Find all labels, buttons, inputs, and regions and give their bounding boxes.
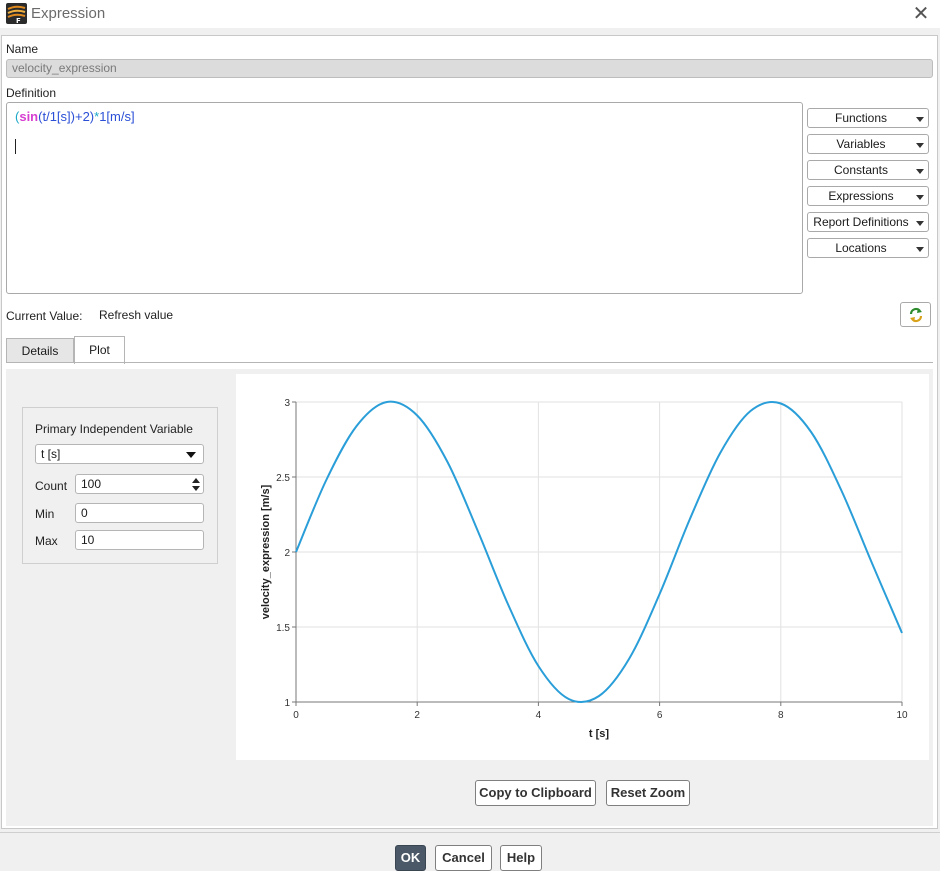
name-field[interactable]: velocity_expression [6,59,933,78]
definition-function-sin: sin [19,109,39,124]
y-tick-label: 2.5 [276,473,290,484]
y-tick-label: 1 [284,698,290,709]
expressions-dropdown[interactable]: Expressions [807,186,929,206]
line-chart[interactable]: 0 2 4 6 8 10 1 1.5 2 2.5 3 t [s] velocity_expression… [236,374,929,760]
max-field[interactable]: 10 [75,530,204,550]
independent-variable-group: Primary Independent Variable t [s] Count… [22,407,218,564]
variables-label: Variables [836,137,886,151]
refresh-icon [909,307,923,323]
chevron-down-icon [916,143,924,148]
y-tick-label: 1.5 [276,623,290,634]
functions-label: Functions [834,111,888,125]
min-field[interactable]: 0 [75,503,204,523]
variable-select[interactable]: t [s] [35,444,204,464]
chevron-down-icon [916,195,924,200]
tab-details[interactable]: Details [6,338,74,363]
definition-text: (sin(t/1[s])+2)*1[m/s] [15,109,135,124]
reset-zoom-button[interactable]: Reset Zoom [606,780,690,806]
chevron-down-icon [916,169,924,174]
max-label: Max [35,534,58,548]
definition-argument: (t/1[s]) [38,109,75,124]
refresh-button[interactable] [900,302,931,327]
y-tick-label: 3 [284,398,290,409]
variables-dropdown[interactable]: Variables [807,134,929,154]
text-caret [15,139,16,154]
svg-text:F: F [16,17,21,24]
chevron-down-icon [186,452,196,458]
cancel-button[interactable]: Cancel [435,845,492,871]
variable-select-value: t [s] [41,447,61,461]
spin-down-icon[interactable] [192,486,200,491]
x-tick-label: 6 [657,710,663,721]
current-value-label: Current Value: [6,309,83,323]
tab-plot[interactable]: Plot [74,336,125,364]
title-bar: F Expression ✕ [0,0,940,28]
x-tick-label: 0 [293,710,299,721]
fluent-app-icon: F [6,3,27,24]
report-definitions-label: Report Definitions [813,215,909,229]
count-stepper[interactable]: 100 [75,474,204,494]
window-title: Expression [31,5,106,22]
close-icon[interactable]: ✕ [909,3,933,25]
expressions-label: Expressions [828,189,894,203]
tab-divider [6,362,933,363]
functions-dropdown[interactable]: Functions [807,108,929,128]
spin-up-icon[interactable] [192,478,200,483]
report-definitions-dropdown[interactable]: Report Definitions [807,212,929,232]
current-value-text: Refresh value [99,308,174,322]
constants-dropdown[interactable]: Constants [807,160,929,180]
ok-button[interactable]: OK [395,845,426,871]
chevron-down-icon [916,247,924,252]
name-label: Name [6,42,39,56]
chevron-down-icon [916,221,924,226]
x-tick-label: 10 [896,710,908,721]
definition-label: Definition [6,86,57,100]
definition-editor[interactable]: (sin(t/1[s])+2)*1[m/s] [6,102,803,294]
definition-unit: 1[m/s] [99,109,135,124]
min-label: Min [35,507,55,521]
x-tick-label: 2 [414,710,420,721]
chevron-down-icon [916,117,924,122]
locations-dropdown[interactable]: Locations [807,238,929,258]
footer-separator [0,832,940,833]
x-tick-label: 8 [778,710,784,721]
y-tick-label: 2 [284,548,290,559]
x-axis-title: t [s] [589,728,610,740]
help-button[interactable]: Help [500,845,542,871]
constants-label: Constants [833,163,889,177]
count-value: 100 [81,477,102,491]
x-tick-label: 4 [536,710,542,721]
copy-to-clipboard-button[interactable]: Copy to Clipboard [475,780,596,806]
definition-plus: +2) [74,109,95,124]
count-label: Count [35,479,68,493]
chart-container[interactable]: 0 2 4 6 8 10 1 1.5 2 2.5 3 t [s] velocity_expression… [236,374,929,760]
y-axis-title: velocity_expression [m/s] [260,484,272,619]
locations-label: Locations [835,241,887,255]
group-title: Primary Independent Variable [35,422,193,436]
